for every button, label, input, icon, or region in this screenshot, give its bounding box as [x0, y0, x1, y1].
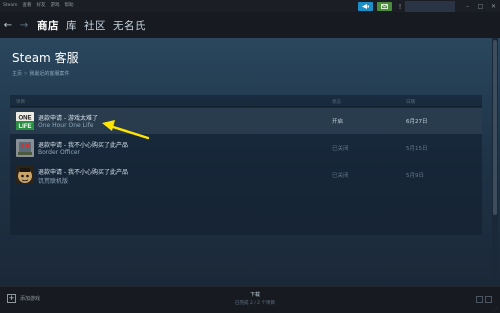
add-game-label: 添加游戏 [20, 296, 41, 302]
header-date: 日期 [406, 100, 415, 105]
case-game: 饥荒联机版 [38, 178, 69, 185]
broadcast-icon [362, 4, 369, 9]
top-right-tools: ! – □ ✕ [358, 1, 500, 12]
downloads-status[interactable]: 下载 已完成 2 / 2 个项目 [210, 291, 300, 306]
notification-icon[interactable]: ! [396, 3, 404, 11]
case-status: 已关闭 [332, 173, 349, 179]
maximize-button[interactable]: □ [474, 3, 487, 10]
support-page: Steam 客服 主页 > 我最近的客服案件 项目 状态 日期 ONE LIFE… [0, 38, 500, 286]
menu-steam[interactable]: Steam [3, 0, 18, 12]
close-button[interactable]: ✕ [487, 3, 500, 10]
downloads-progress: 已完成 2 / 2 个项目 [235, 301, 275, 306]
minimize-button[interactable]: – [461, 3, 474, 10]
case-title[interactable]: 退款申请 - 游戏太难了 [38, 113, 98, 122]
forward-arrow-icon[interactable]: → [18, 20, 30, 31]
breadcrumb: 主页 > 我最近的客服案件 [12, 70, 69, 77]
scrollbar-thumb[interactable] [493, 40, 497, 215]
downloads-title: 下载 [249, 292, 260, 298]
main-menu: Steam 查看 好友 游戏 帮助 [0, 0, 74, 12]
menu-bar: Steam 查看 好友 游戏 帮助 ! – □ ✕ [0, 0, 500, 12]
menu-games[interactable]: 游戏 [51, 0, 60, 12]
back-arrow-icon[interactable]: ← [2, 20, 14, 31]
inbox-button[interactable] [377, 2, 392, 11]
breadcrumb-current: 我最近的客服案件 [29, 71, 70, 77]
game-thumbnail: ONE LIFE [16, 112, 34, 130]
nav-profile[interactable]: 无名氏 [113, 18, 146, 33]
game-thumbnail [16, 139, 34, 157]
friends-chat-controls[interactable] [476, 296, 492, 303]
menu-friends[interactable]: 好友 [37, 0, 46, 12]
case-status: 已关闭 [332, 146, 349, 152]
nav-community[interactable]: 社区 [84, 18, 106, 33]
menu-help[interactable]: 帮助 [65, 0, 74, 12]
game-thumbnail [16, 166, 34, 184]
case-title[interactable]: 退款申请 - 我不小心购买了此产品 [38, 140, 128, 149]
case-game: One Hour One Life [38, 122, 94, 129]
resize-grip-icon[interactable]: ⋰ [494, 306, 499, 312]
dont-starve-thumb [16, 166, 34, 184]
menu-view[interactable]: 查看 [23, 0, 32, 12]
friends-icon[interactable] [476, 296, 483, 303]
add-game-button[interactable]: + 添加游戏 [7, 294, 40, 303]
table-row[interactable]: 退款申请 - 我不小心购买了此产品 饥荒联机版 已关闭 5月9日 [10, 162, 482, 188]
nav-store[interactable]: 商店 [37, 18, 59, 33]
case-game: Border Officer [38, 149, 81, 156]
account-menu[interactable] [405, 1, 455, 12]
support-cases-table: 项目 状态 日期 ONE LIFE 退款申请 - 游戏太难了 One Hour … [10, 95, 482, 235]
chat-icon[interactable] [485, 296, 492, 303]
case-status: 开启 [332, 119, 344, 125]
bottom-bar: + 添加游戏 下载 已完成 2 / 2 个项目 ⋰ [0, 286, 500, 313]
scrollbar[interactable] [492, 38, 498, 286]
envelope-icon [381, 4, 388, 9]
thumb-label-life: LIFE [19, 124, 32, 130]
table-row[interactable]: 退款申请 - 我不小心购买了此产品 Border Officer 已关闭 5月1… [10, 135, 482, 161]
case-date: 5月9日 [406, 173, 424, 179]
header-status: 状态 [332, 100, 341, 105]
page-title: Steam 客服 [12, 51, 79, 65]
header-item: 项目 [16, 100, 25, 105]
nav-bar: ← → 商店 库 社区 无名氏 [0, 12, 500, 38]
case-date: 6月27日 [406, 119, 428, 125]
ohol-thumb: ONE LIFE [16, 112, 34, 130]
breadcrumb-home[interactable]: 主页 [12, 71, 22, 77]
table-header: 项目 状态 日期 [10, 95, 482, 107]
thumb-label-one: ONE [18, 116, 31, 122]
case-title[interactable]: 退款申请 - 我不小心购买了此产品 [38, 167, 128, 176]
nav-library[interactable]: 库 [66, 18, 77, 33]
table-row[interactable]: ONE LIFE 退款申请 - 游戏太难了 One Hour One Life … [10, 108, 482, 134]
broadcast-button[interactable] [358, 2, 373, 11]
case-date: 5月15日 [406, 146, 428, 152]
border-officer-thumb [16, 139, 34, 157]
plus-icon: + [7, 294, 16, 303]
